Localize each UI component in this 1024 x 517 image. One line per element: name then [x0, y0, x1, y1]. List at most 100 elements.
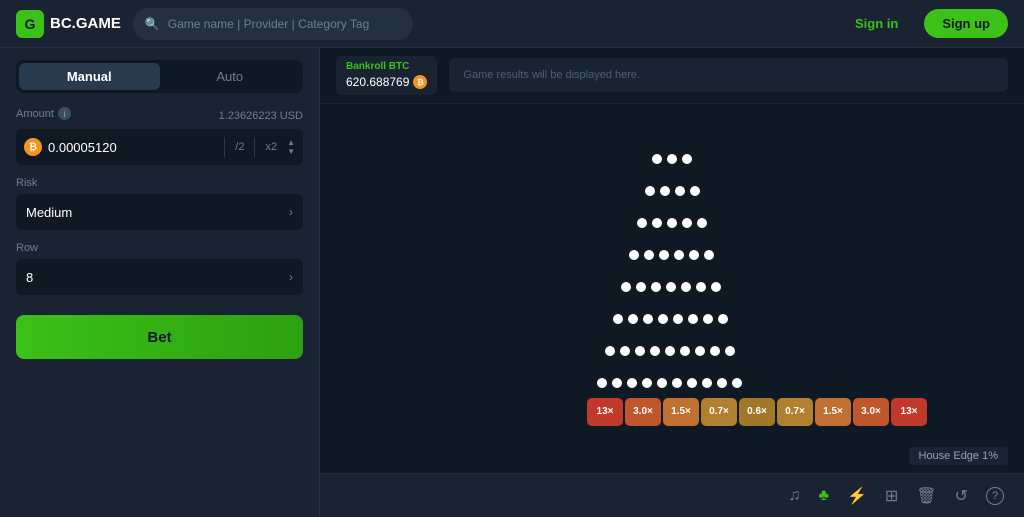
- results-bar: Game results will be displayed here.: [449, 58, 1008, 92]
- peg: [612, 378, 622, 388]
- peg: [642, 378, 652, 388]
- bankroll-box: Bankroll BTC 620.688769 ₿: [336, 56, 437, 95]
- peg: [697, 218, 707, 228]
- stepper-up[interactable]: ▲: [287, 139, 295, 147]
- peg: [717, 378, 727, 388]
- half-button[interactable]: /2: [231, 139, 248, 155]
- refresh-icon[interactable]: ↺: [955, 486, 968, 506]
- peg: [689, 250, 699, 260]
- peg: [658, 314, 668, 324]
- peg: [659, 250, 669, 260]
- amount-stepper[interactable]: ▲ ▼: [287, 139, 295, 156]
- bucket-1[interactable]: 3.0×: [625, 398, 661, 426]
- house-edge-label: House Edge 1%: [909, 447, 1009, 465]
- peg: [688, 314, 698, 324]
- pegs-container: 13× 3.0× 1.5× 0.7× 0.6× 0.7× 1.5× 3.0× 1…: [502, 141, 842, 426]
- peg: [687, 378, 697, 388]
- peg: [682, 154, 692, 164]
- risk-select[interactable]: Medium ›: [16, 194, 303, 230]
- bottom-toolbar: ♫ ♣ ⚡ ⊞ 🗑 ↺ ?: [320, 473, 1024, 517]
- peg: [597, 378, 607, 388]
- divider2: [254, 137, 255, 157]
- game-header: Bankroll BTC 620.688769 ₿ Game results w…: [320, 48, 1024, 104]
- peg: [652, 154, 662, 164]
- bankroll-label: Bankroll BTC: [346, 60, 427, 74]
- peg: [695, 346, 705, 356]
- amount-input-group: ₿ 0.00005120 /2 x2 ▲ ▼: [16, 129, 303, 165]
- peg: [657, 378, 667, 388]
- tab-manual[interactable]: Manual: [19, 63, 160, 90]
- tab-auto[interactable]: Auto: [160, 63, 301, 90]
- bankroll-value: 620.688769 ₿: [346, 74, 427, 91]
- peg: [681, 282, 691, 292]
- peg: [660, 186, 670, 196]
- peg: [696, 282, 706, 292]
- signup-button[interactable]: Sign up: [924, 9, 1008, 38]
- risk-label: Risk: [16, 177, 303, 189]
- signin-button[interactable]: Sign in: [841, 10, 912, 37]
- peg: [613, 314, 623, 324]
- peg: [673, 314, 683, 324]
- bucket-6[interactable]: 1.5×: [815, 398, 851, 426]
- peg: [644, 250, 654, 260]
- plinko-board: 13× 3.0× 1.5× 0.7× 0.6× 0.7× 1.5× 3.0× 1…: [320, 104, 1024, 473]
- bucket-5[interactable]: 0.7×: [777, 398, 813, 426]
- bucket-0[interactable]: 13×: [587, 398, 623, 426]
- peg: [732, 378, 742, 388]
- peg: [710, 346, 720, 356]
- peg: [704, 250, 714, 260]
- lightning-icon[interactable]: ⚡: [847, 486, 867, 506]
- trash-icon[interactable]: 🗑: [916, 486, 936, 506]
- row-value: 8: [26, 270, 33, 285]
- peg: [643, 314, 653, 324]
- btc-small-icon: ₿: [413, 75, 427, 89]
- help-icon[interactable]: ?: [986, 487, 1004, 505]
- peg: [628, 314, 638, 324]
- bucket-7[interactable]: 3.0×: [853, 398, 889, 426]
- risk-chevron-icon: ›: [289, 205, 293, 219]
- peg: [674, 250, 684, 260]
- search-placeholder: Game name | Provider | Category Tag: [168, 17, 369, 31]
- stepper-down[interactable]: ▼: [287, 148, 295, 156]
- peg: [680, 346, 690, 356]
- left-panel: Manual Auto Amount i 1.23626223 USD ₿ 0.…: [0, 48, 320, 517]
- peg: [702, 378, 712, 388]
- topnav: G BC.GAME 🔍 Game name | Provider | Categ…: [0, 0, 1024, 48]
- peg: [636, 282, 646, 292]
- grid-icon[interactable]: ⊞: [885, 486, 898, 506]
- row-select[interactable]: 8 ›: [16, 259, 303, 295]
- bucket-2[interactable]: 1.5×: [663, 398, 699, 426]
- peg: [645, 186, 655, 196]
- amount-header: Amount i 1.23626223 USD: [16, 107, 303, 125]
- peg: [690, 186, 700, 196]
- main-layout: Manual Auto Amount i 1.23626223 USD ₿ 0.…: [0, 48, 1024, 517]
- amount-usd: 1.23626223 USD: [219, 110, 303, 122]
- double-button[interactable]: x2: [261, 139, 281, 155]
- bucket-3[interactable]: 0.7×: [701, 398, 737, 426]
- peg: [667, 154, 677, 164]
- row-chevron-icon: ›: [289, 270, 293, 284]
- game-area: Bankroll BTC 620.688769 ₿ Game results w…: [320, 48, 1024, 517]
- divider: [224, 137, 225, 157]
- peg: [621, 282, 631, 292]
- peg: [666, 282, 676, 292]
- btc-amount-value[interactable]: 0.00005120: [48, 140, 218, 155]
- peg: [675, 186, 685, 196]
- bet-button[interactable]: Bet: [16, 315, 303, 359]
- logo-text: BC.GAME: [50, 15, 121, 32]
- peg: [718, 314, 728, 324]
- music-icon[interactable]: ♫: [788, 487, 800, 505]
- sound-icon[interactable]: ♣: [818, 487, 829, 505]
- bucket-4[interactable]: 0.6×: [739, 398, 775, 426]
- risk-value: Medium: [26, 205, 72, 220]
- search-bar[interactable]: 🔍 Game name | Provider | Category Tag: [133, 8, 413, 40]
- search-icon: 🔍: [145, 17, 160, 31]
- peg: [665, 346, 675, 356]
- amount-info-icon[interactable]: i: [58, 107, 71, 120]
- peg: [605, 346, 615, 356]
- peg: [635, 346, 645, 356]
- bucket-8[interactable]: 13×: [891, 398, 927, 426]
- peg: [703, 314, 713, 324]
- amount-label: Amount i: [16, 107, 71, 120]
- peg: [620, 346, 630, 356]
